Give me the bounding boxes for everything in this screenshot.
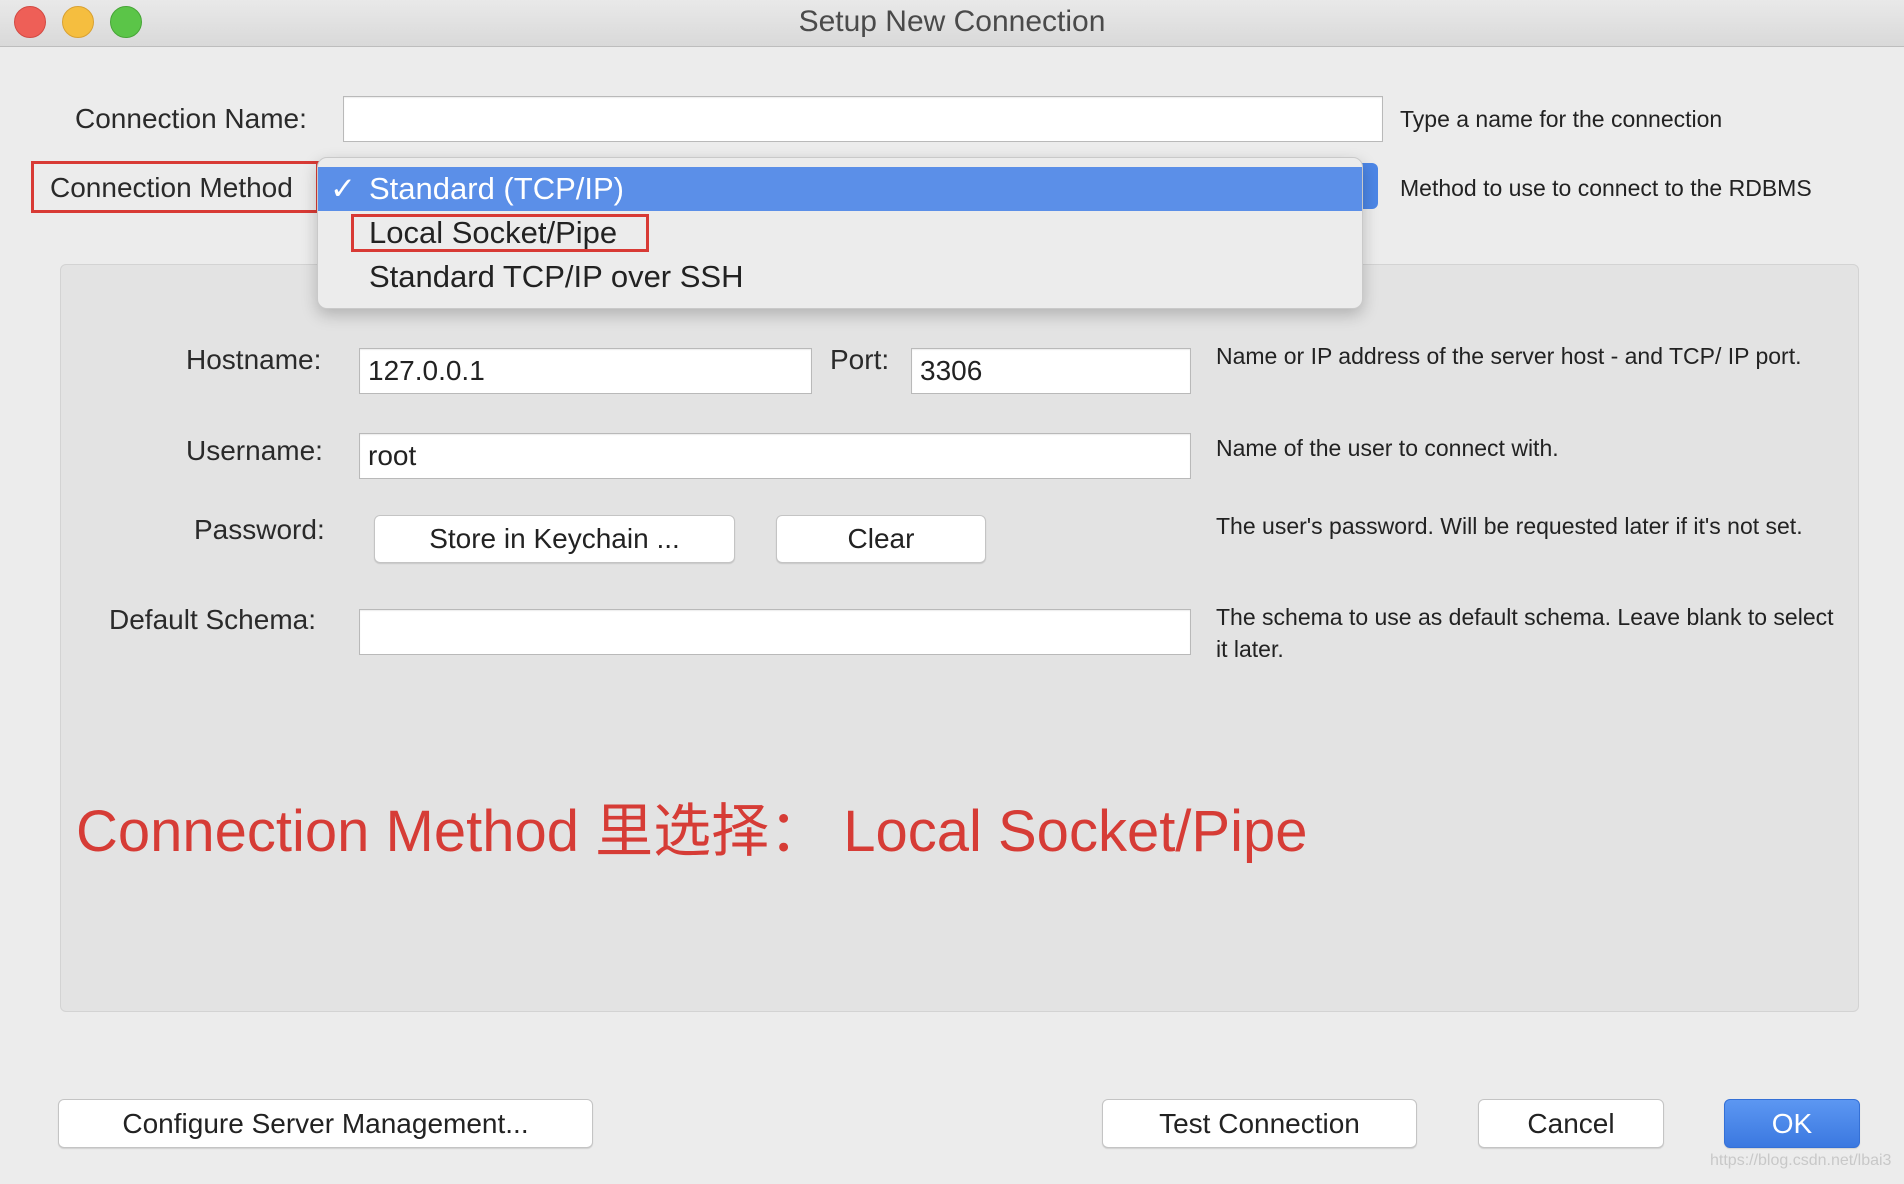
connection-method-help: Method to use to connect to the RDBMS: [1400, 175, 1812, 201]
port-label: Port:: [830, 344, 890, 375]
hostname-input[interactable]: [359, 348, 812, 394]
ok-button[interactable]: OK: [1724, 1099, 1860, 1148]
annotation-text: Connection Method 里选择： Local Socket/Pipe: [76, 799, 1308, 864]
checkmark-icon: ✓: [330, 171, 356, 206]
option-label: Standard (TCP/IP): [369, 171, 624, 206]
option-tcp-ip-over-ssh[interactable]: Standard TCP/IP over SSH: [318, 255, 1362, 299]
store-in-keychain-button[interactable]: Store in Keychain ...: [374, 515, 735, 563]
option-standard-tcp-ip[interactable]: ✓ Standard (TCP/IP): [318, 167, 1362, 211]
highlight-box-method-label: [31, 161, 319, 213]
default-schema-label: Default Schema:: [109, 604, 316, 635]
connection-name-label: Connection Name:: [75, 103, 307, 134]
host-port-help: Name or IP address of the server host - …: [1216, 343, 1802, 369]
highlight-box-local-socket: [351, 214, 649, 252]
test-connection-button[interactable]: Test Connection: [1102, 1099, 1417, 1148]
password-help: The user's password. Will be requested l…: [1216, 513, 1803, 539]
default-schema-input[interactable]: [359, 609, 1191, 655]
watermark: https://blog.csdn.net/lbai3: [1710, 1152, 1892, 1169]
clear-password-button[interactable]: Clear: [776, 515, 986, 563]
connection-name-input[interactable]: [343, 96, 1383, 142]
cancel-button[interactable]: Cancel: [1478, 1099, 1664, 1148]
default-schema-help: The schema to use as default schema. Lea…: [1216, 604, 1834, 662]
username-input[interactable]: [359, 433, 1191, 479]
title-bar: Setup New Connection: [0, 0, 1904, 47]
connection-name-help: Type a name for the connection: [1400, 106, 1723, 132]
username-help: Name of the user to connect with.: [1216, 435, 1559, 461]
port-input[interactable]: [911, 348, 1191, 394]
username-label: Username:: [186, 435, 323, 466]
hostname-label: Hostname:: [186, 344, 322, 375]
window-title: Setup New Connection: [798, 5, 1106, 38]
configure-server-management-button[interactable]: Configure Server Management...: [58, 1099, 593, 1148]
password-label: Password:: [194, 514, 325, 545]
option-label: Standard TCP/IP over SSH: [369, 259, 744, 294]
